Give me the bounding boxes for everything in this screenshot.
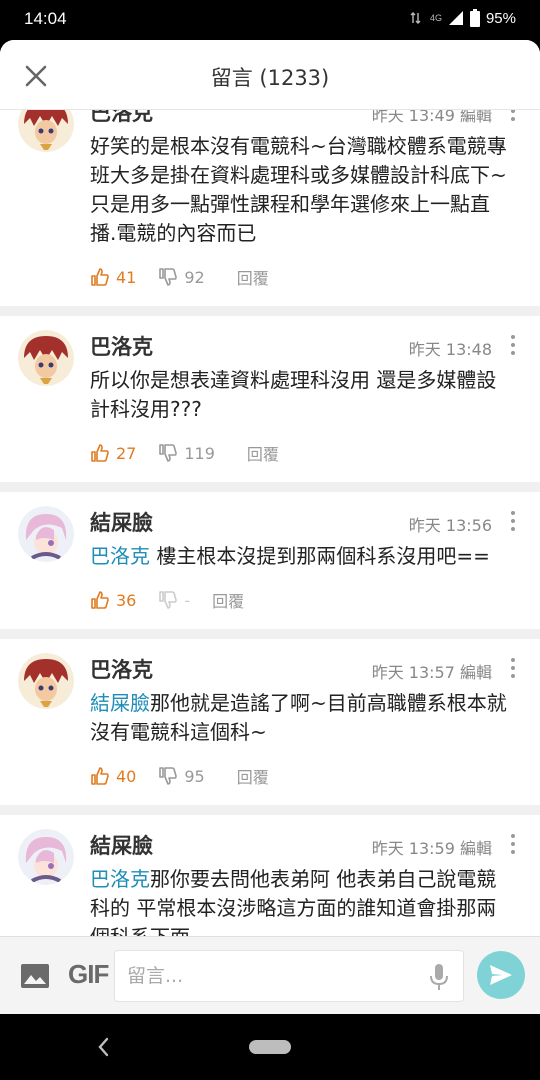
dislike-button[interactable]: 95 — [158, 766, 205, 786]
comment-mention[interactable]: 巴洛克 — [90, 867, 150, 891]
dislike-count: 119 — [184, 443, 215, 463]
comment-time: 昨天 13:59 編輯 — [371, 839, 492, 858]
comment-time: 昨天 13:56 — [408, 516, 492, 535]
comment-actions: 36 - 回覆 — [90, 585, 516, 615]
comment-time: 昨天 13:57 編輯 — [371, 663, 492, 682]
thumb-up-icon — [91, 591, 109, 609]
avatar[interactable] — [18, 330, 74, 386]
comment-text: 所以你是想表達資料處理科沒用 還是多媒體設計科沒用??? — [90, 366, 516, 424]
image-icon[interactable] — [20, 963, 50, 989]
cell-signal-icon — [448, 11, 463, 25]
comment-actions: 27 119 回覆 — [90, 438, 516, 468]
comment-text: 巴洛克那你要去問他表弟阿 他表弟自己說電競科的 平常根本沒涉略這方面的誰知道會掛… — [90, 865, 516, 936]
avatar[interactable] — [18, 506, 74, 562]
signal-icon — [410, 12, 421, 24]
dislike-count: 95 — [184, 766, 205, 786]
comment-time: 昨天 13:49 編輯 — [371, 110, 492, 125]
like-count: 27 — [116, 443, 137, 463]
comment-item: 結屎臉 巴洛克那你要去問他表弟阿 他表弟自己說電競科的 平常根本沒涉略這方面的誰… — [0, 815, 540, 936]
thumb-down-icon — [159, 268, 178, 286]
comment-text: 好笑的是根本沒有電競科~台灣職校體系電競專班大多是掛在資料處理科或多媒體設計科底… — [90, 132, 516, 248]
home-pill[interactable] — [249, 1040, 291, 1054]
dislike-button[interactable]: 92 — [158, 267, 205, 287]
comment-body: 好笑的是根本沒有電競科~台灣職校體系電競專班大多是掛在資料處理科或多媒體設計科底… — [90, 134, 507, 245]
header: 留言 (1233) — [0, 40, 540, 110]
thumb-up-icon — [91, 767, 109, 785]
comment-text: 結屎臉那他就是造謠了啊~目前高職體系根本就沒有電競科這個科~ — [90, 689, 516, 747]
comment-item: 巴洛克 好笑的是根本沒有電競科~台灣職校體系電競專班大多是掛在資料處理科或多媒體… — [0, 110, 540, 316]
system-nav-bar — [0, 1014, 540, 1080]
comment-body: 所以你是想表達資料處理科沒用 還是多媒體設計科沒用??? — [90, 368, 497, 421]
thumb-up-icon — [91, 444, 109, 462]
reply-button[interactable]: 回覆 — [247, 441, 279, 465]
reply-button[interactable]: 回覆 — [212, 588, 244, 612]
status-icons: 4G 95% — [410, 9, 516, 27]
comment-body: 那你要去問他表弟阿 他表弟自己說電競科的 平常根本沒涉略這方面的誰知道會掛那兩個… — [90, 867, 497, 936]
more-vert-icon[interactable] — [508, 510, 518, 532]
status-time: 14:04 — [24, 9, 67, 28]
network-type: 4G — [429, 12, 442, 23]
dislike-button[interactable]: - — [158, 590, 190, 610]
comment-actions: 40 95 回覆 — [90, 761, 516, 791]
avatar[interactable] — [18, 829, 74, 885]
comment-input-bar: GIF — [0, 936, 540, 1014]
like-count: 41 — [116, 267, 137, 287]
more-vert-icon[interactable] — [508, 657, 518, 679]
gif-button[interactable]: GIF — [68, 959, 109, 990]
like-button[interactable]: 27 — [90, 443, 136, 463]
comment-time: 昨天 13:48 — [408, 340, 492, 359]
dislike-button[interactable]: 119 — [158, 443, 215, 463]
comment-item: 巴洛克 所以你是想表達資料處理科沒用 還是多媒體設計科沒用??? 27 119 … — [0, 316, 540, 492]
battery-level: 95% — [485, 9, 516, 27]
reply-button[interactable]: 回覆 — [237, 265, 269, 289]
comment-mention[interactable]: 結屎臉 — [90, 691, 150, 715]
thumb-down-icon — [159, 591, 178, 609]
dislike-count: - — [184, 590, 191, 610]
back-icon[interactable] — [96, 1036, 110, 1058]
comment-body: 那他就是造謠了啊~目前高職體系根本就沒有電競科這個科~ — [90, 691, 507, 744]
send-icon — [490, 965, 512, 985]
comment-input[interactable] — [127, 961, 417, 991]
avatar[interactable] — [18, 653, 74, 709]
comment-body: 樓主根本沒提到那兩個科系沒用吧== — [150, 544, 490, 568]
comment-mention[interactable]: 巴洛克 — [90, 544, 150, 568]
like-count: 40 — [116, 766, 137, 786]
dislike-count: 92 — [184, 267, 205, 287]
comment-item: 結屎臉 巴洛克 樓主根本沒提到那兩個科系沒用吧== 36 - 回覆 昨天 13:… — [0, 492, 540, 639]
thumb-up-icon — [91, 268, 109, 286]
mic-icon[interactable] — [429, 963, 449, 991]
like-button[interactable]: 40 — [90, 766, 136, 786]
like-button[interactable]: 36 — [90, 590, 136, 610]
comment-actions: 41 92 回覆 — [90, 262, 516, 292]
comment-list[interactable]: 巴洛克 好笑的是根本沒有電競科~台灣職校體系電競專班大多是掛在資料處理科或多媒體… — [0, 110, 540, 936]
avatar[interactable] — [18, 110, 74, 152]
reply-button[interactable]: 回覆 — [237, 764, 269, 788]
more-vert-icon[interactable] — [508, 833, 518, 855]
comment-input-box[interactable] — [114, 950, 464, 1002]
thumb-down-icon — [159, 444, 178, 462]
more-vert-icon[interactable] — [508, 334, 518, 356]
comment-text: 巴洛克 樓主根本沒提到那兩個科系沒用吧== — [90, 542, 516, 571]
like-count: 36 — [116, 590, 137, 610]
page-title: 留言 (1233) — [210, 66, 330, 90]
comment-item: 巴洛克 結屎臉那他就是造謠了啊~目前高職體系根本就沒有電競科這個科~ 40 95… — [0, 639, 540, 815]
battery-icon — [469, 9, 480, 27]
thumb-down-icon — [159, 767, 178, 785]
more-vert-icon[interactable] — [508, 110, 518, 122]
like-button[interactable]: 41 — [90, 267, 136, 287]
send-button[interactable] — [477, 951, 525, 999]
status-bar: 14:04 4G 95% — [0, 0, 540, 40]
comment-list-content: 巴洛克 好笑的是根本沒有電競科~台灣職校體系電競專班大多是掛在資料處理科或多媒體… — [0, 110, 540, 936]
comments-sheet: 留言 (1233) 巴洛克 好笑的是根本沒有電競科~台灣職校體系電競專班大多是掛… — [0, 40, 540, 1014]
